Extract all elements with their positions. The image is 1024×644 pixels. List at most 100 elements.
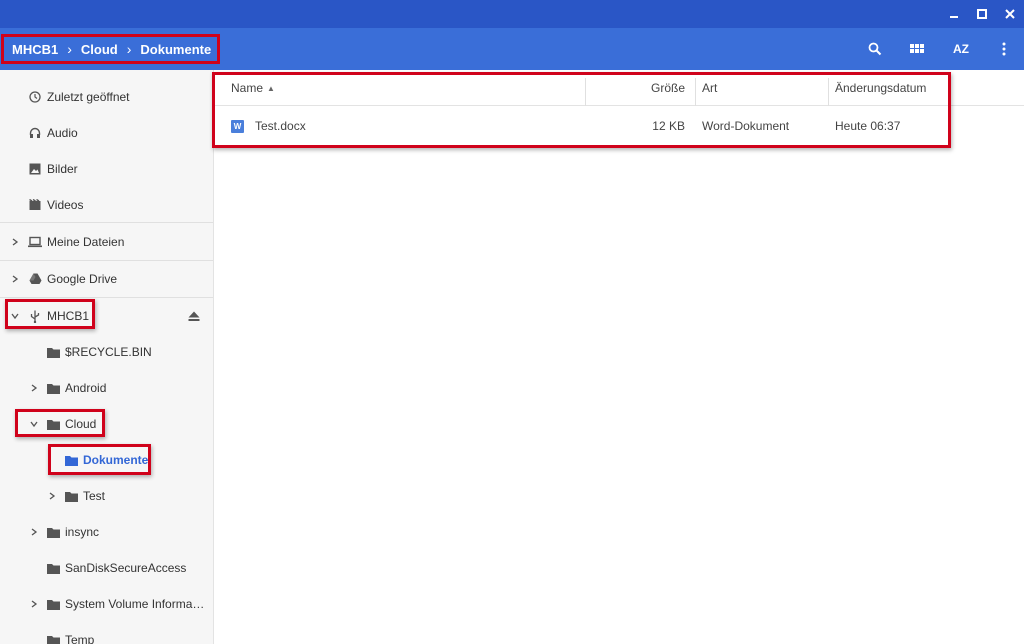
sort-az-icon: AZ bbox=[953, 42, 969, 56]
tree-item-label: SanDiskSecureAccess bbox=[65, 561, 187, 575]
column-size-label: Größe bbox=[650, 81, 685, 95]
folder-icon bbox=[64, 453, 78, 467]
maximize-button[interactable] bbox=[968, 0, 996, 28]
chevron-right-icon: › bbox=[126, 41, 132, 57]
sidebar-item-usb-mhcb1[interactable]: MHCB1 bbox=[0, 298, 213, 334]
column-divider[interactable] bbox=[695, 78, 696, 106]
file-name: Test.docx bbox=[255, 119, 306, 133]
sidebar-item-recent[interactable]: Zuletzt geöffnet bbox=[0, 79, 213, 115]
column-type-label: Art bbox=[702, 81, 718, 95]
breadcrumb-item-cloud[interactable]: Cloud bbox=[81, 42, 118, 57]
usb-icon bbox=[28, 309, 42, 323]
sidebar-item-label: Zuletzt geöffnet bbox=[47, 90, 130, 104]
tree-item-label: Cloud bbox=[65, 417, 97, 431]
tree-item-recycle-bin[interactable]: $RECYCLE.BIN bbox=[0, 334, 213, 370]
maximize-icon bbox=[977, 9, 987, 19]
tree-item-label: Dokumente bbox=[83, 453, 149, 467]
sidebar-item-label: Google Drive bbox=[47, 272, 118, 286]
chevron-right-icon[interactable] bbox=[46, 490, 58, 502]
column-name-label: Name bbox=[231, 81, 264, 95]
sidebar-item-label: Audio bbox=[47, 126, 78, 140]
folder-icon bbox=[46, 597, 60, 611]
file-size: 12 KB bbox=[652, 119, 685, 133]
tree-item-cloud[interactable]: Cloud bbox=[0, 406, 213, 442]
tree-item-insync[interactable]: insync bbox=[0, 514, 213, 550]
headphones-icon bbox=[28, 126, 42, 140]
column-modified-label: Änderungsdatum bbox=[835, 81, 927, 95]
folder-icon bbox=[46, 381, 60, 395]
minimize-icon bbox=[950, 16, 958, 18]
sidebar-item-images[interactable]: Bilder bbox=[0, 151, 213, 187]
title-bar bbox=[0, 0, 1024, 28]
tree-item-test[interactable]: Test bbox=[0, 478, 213, 514]
column-divider[interactable] bbox=[950, 78, 951, 106]
chevron-right-icon[interactable] bbox=[28, 382, 40, 394]
tree-item-label: System Volume Informati… bbox=[65, 597, 207, 611]
sidebar: Zuletzt geöffnet Audio Bilder Videos Mei… bbox=[0, 70, 214, 644]
chevron-down-icon[interactable] bbox=[28, 418, 40, 430]
tree-item-dokumente[interactable]: Dokumente bbox=[0, 442, 213, 478]
grid-view-button[interactable] bbox=[903, 35, 931, 63]
search-button[interactable] bbox=[861, 35, 889, 63]
chevron-right-icon[interactable] bbox=[9, 273, 21, 285]
toolbar: MHCB1 › Cloud › Dokumente AZ bbox=[0, 28, 1024, 70]
sidebar-item-videos[interactable]: Videos bbox=[0, 187, 213, 223]
column-divider[interactable] bbox=[585, 78, 586, 106]
sort-button[interactable]: AZ bbox=[947, 35, 975, 63]
chevron-right-icon[interactable] bbox=[28, 526, 40, 538]
column-header-size[interactable]: Größe bbox=[595, 70, 685, 106]
tree-item-label: $RECYCLE.BIN bbox=[65, 345, 152, 359]
tree-item-sandisk[interactable]: SanDiskSecureAccess bbox=[0, 550, 213, 586]
sidebar-item-audio[interactable]: Audio bbox=[0, 115, 213, 151]
sidebar-item-label: Videos bbox=[47, 198, 84, 212]
tree-item-temp[interactable]: Temp bbox=[0, 622, 213, 644]
sidebar-item-my-files[interactable]: Meine Dateien bbox=[0, 224, 213, 260]
google-drive-icon bbox=[28, 272, 42, 286]
chevron-right-icon[interactable] bbox=[28, 598, 40, 610]
word-document-icon: W bbox=[231, 119, 244, 133]
more-vert-icon bbox=[1002, 42, 1006, 56]
file-modified: Heute 06:37 bbox=[835, 119, 901, 133]
sort-ascending-icon: ▲ bbox=[267, 83, 275, 93]
breadcrumb-item-dokumente[interactable]: Dokumente bbox=[140, 42, 211, 57]
column-header-modified[interactable]: Änderungsdatum bbox=[835, 70, 926, 106]
sidebar-item-label: MHCB1 bbox=[47, 309, 90, 323]
close-icon bbox=[1005, 9, 1015, 19]
tree-item-system-volume[interactable]: System Volume Informati… bbox=[0, 586, 213, 622]
folder-icon bbox=[46, 417, 60, 431]
chevron-right-icon: › bbox=[67, 41, 72, 57]
folder-icon bbox=[46, 525, 60, 539]
tree-item-android[interactable]: Android bbox=[0, 370, 213, 406]
film-icon bbox=[28, 198, 42, 212]
column-header-type[interactable]: Art bbox=[702, 70, 717, 106]
chevron-right-icon[interactable] bbox=[9, 236, 21, 248]
sidebar-item-label: Bilder bbox=[47, 162, 78, 176]
tree-item-label: Android bbox=[65, 381, 107, 395]
file-type: Word-Dokument bbox=[702, 119, 790, 133]
tree-item-label: Temp bbox=[65, 633, 95, 644]
tree-item-label: Test bbox=[83, 489, 106, 503]
minimize-button[interactable] bbox=[940, 0, 968, 28]
eject-icon[interactable] bbox=[186, 308, 202, 324]
clock-icon bbox=[28, 90, 42, 104]
breadcrumb-item-mhcb1[interactable]: MHCB1 bbox=[12, 42, 58, 57]
divider bbox=[0, 222, 213, 223]
more-options-button[interactable] bbox=[990, 35, 1018, 63]
tree-item-label: insync bbox=[65, 525, 100, 539]
laptop-icon bbox=[28, 235, 42, 249]
sidebar-item-label: Meine Dateien bbox=[47, 235, 125, 249]
folder-icon bbox=[46, 561, 60, 575]
file-list-header: Name ▲ Größe Art Änderungsdatum bbox=[215, 70, 1024, 106]
table-row[interactable]: W Test.docx 12 KB Word-Dokument Heute 06… bbox=[215, 107, 951, 145]
folder-icon bbox=[64, 489, 78, 503]
folder-icon bbox=[46, 345, 60, 359]
sidebar-item-google-drive[interactable]: Google Drive bbox=[0, 261, 213, 297]
close-button[interactable] bbox=[996, 0, 1024, 28]
breadcrumb: MHCB1 › Cloud › Dokumente bbox=[0, 34, 221, 64]
column-header-name[interactable]: Name ▲ bbox=[231, 70, 275, 106]
column-divider[interactable] bbox=[828, 78, 829, 106]
search-icon bbox=[868, 42, 882, 56]
chevron-down-icon[interactable] bbox=[9, 310, 21, 322]
image-icon bbox=[28, 162, 42, 176]
folder-icon bbox=[46, 633, 60, 644]
